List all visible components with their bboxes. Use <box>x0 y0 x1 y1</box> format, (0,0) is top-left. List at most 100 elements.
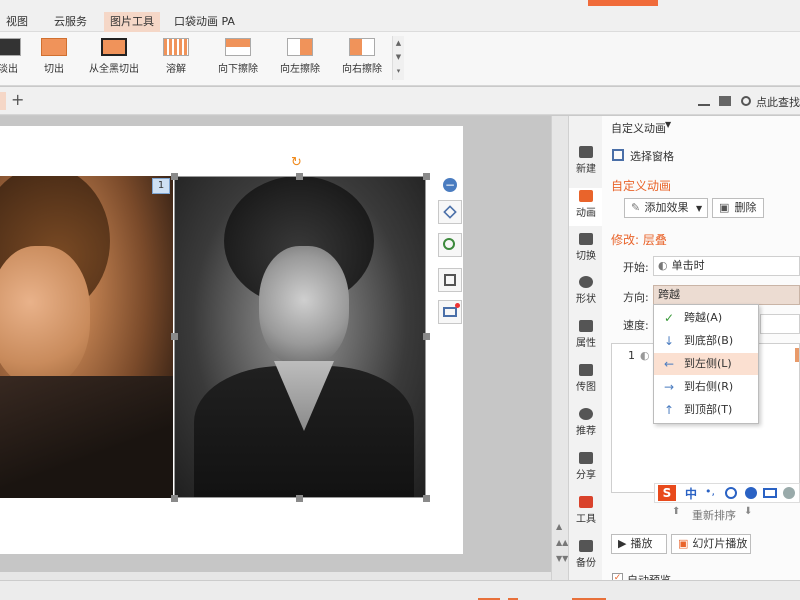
menu-item-to-left[interactable]: ← 到左侧(L) <box>654 353 758 375</box>
picture-frame-icon[interactable] <box>438 300 462 324</box>
arrow-down-icon: ↓ <box>664 334 675 348</box>
horizontal-scrollbar[interactable] <box>0 572 551 580</box>
new-tab-icon[interactable]: + <box>11 90 24 109</box>
menu-item-to-right[interactable]: → 到右侧(R) <box>654 376 758 398</box>
start-label: 开始: <box>623 261 649 274</box>
ribbon-scroller[interactable]: ▲ ▼ ▾ <box>392 36 404 80</box>
menu-item-across[interactable]: ✓ 跨越(A) <box>654 307 758 329</box>
document-tab[interactable] <box>0 92 6 110</box>
side-tab-shapes[interactable]: 形状 <box>569 276 603 305</box>
menu-cloud[interactable]: 云服务 <box>48 12 93 32</box>
side-tab-transition[interactable]: 切换 <box>569 233 603 262</box>
side-tab-backup[interactable]: 备份 <box>569 540 603 569</box>
fade-out-icon <box>0 38 21 56</box>
emoji-icon[interactable] <box>725 487 737 499</box>
ribbon-wipe-right[interactable]: 向右擦除 <box>336 36 388 82</box>
menu-picture-tools[interactable]: 图片工具 <box>104 12 160 32</box>
side-tab-upload[interactable]: 传图 <box>569 364 603 393</box>
menu-item-to-bottom[interactable]: ↓ 到底部(B) <box>654 330 758 352</box>
ribbon-fade-out[interactable]: 淡出 <box>0 36 28 82</box>
sogou-logo-icon: S <box>658 485 676 501</box>
slideshow-icon: ▣ <box>678 537 689 550</box>
punctuation-icon[interactable]: •, <box>705 485 715 498</box>
menu-item-to-top[interactable]: ↑ 到顶部(T) <box>654 399 758 421</box>
side-tab-recommend[interactable]: 推荐 <box>569 408 603 437</box>
task-pane-tabs: 新建 动画 切换 形状 属性 传图 推荐 分享 工具 备份 <box>568 116 603 586</box>
resize-handle[interactable] <box>171 495 178 502</box>
crop-icon[interactable] <box>438 268 462 292</box>
scroll-up-icon[interactable]: ▲ <box>556 522 562 531</box>
ime-mode[interactable]: 中 <box>685 485 697 502</box>
side-tab-share[interactable]: 分享 <box>569 452 603 481</box>
wipe-right-icon <box>349 38 375 56</box>
play-button[interactable]: ▶ 播放 <box>611 534 667 554</box>
new-icon <box>579 146 593 158</box>
search-area[interactable]: 点此查找 <box>697 94 800 110</box>
ribbon-cut-out[interactable]: 切出 <box>34 36 74 82</box>
next-page-icon[interactable]: ▼▼ <box>556 554 568 563</box>
section-title: 自定义动画 <box>611 179 672 193</box>
transition-icon <box>579 233 593 245</box>
add-effect-button[interactable]: ✎ 添加效果 ▼ <box>624 198 708 218</box>
reorder-down-icon[interactable]: ⬇ <box>744 506 752 517</box>
side-tab-new[interactable]: 新建 <box>569 146 603 175</box>
direction-select[interactable]: 跨越 <box>653 285 800 305</box>
speed-select[interactable] <box>760 314 800 334</box>
keyboard-icon[interactable] <box>763 488 777 498</box>
ribbon-cut-from-black[interactable]: 从全黑切出 <box>84 36 144 82</box>
ribbon-dissolve[interactable]: 溶解 <box>156 36 196 82</box>
delete-button[interactable]: ▣ 删除 <box>712 198 764 218</box>
pencil-icon: ✎ <box>631 201 641 214</box>
resize-handle[interactable] <box>423 333 430 340</box>
chevron-down-icon: ▼ <box>696 204 703 213</box>
select-pane-link[interactable]: 选择窗格 <box>630 148 674 164</box>
ribbon-expand-icon[interactable]: ▾ <box>393 64 404 78</box>
pane-title-dropdown-icon[interactable]: ▼ <box>665 120 671 129</box>
check-icon: ✓ <box>664 311 675 325</box>
properties-icon <box>579 320 593 332</box>
prev-page-icon[interactable]: ▲▲ <box>556 538 568 547</box>
layers-icon[interactable] <box>438 200 462 224</box>
resize-handle[interactable] <box>296 173 303 180</box>
ribbon-scroll-up-icon[interactable]: ▲ <box>393 36 404 50</box>
mouse-icon: ◐ <box>658 259 668 272</box>
collapse-icon[interactable]: − <box>443 178 457 192</box>
slideshow-button[interactable]: ▣ 幻灯片播放 <box>671 534 751 554</box>
resize-handle[interactable] <box>423 495 430 502</box>
play-icon: ▶ <box>618 537 627 550</box>
animation-icon <box>579 190 593 202</box>
side-tab-properties[interactable]: 属性 <box>569 320 603 349</box>
menu-pocket-animation[interactable]: 口袋动画 PA <box>168 12 241 32</box>
menu-view[interactable]: 视图 <box>0 12 34 32</box>
start-select[interactable]: ◐ 单击时 <box>653 256 800 276</box>
resize-handle[interactable] <box>423 173 430 180</box>
user-icon[interactable] <box>783 487 795 499</box>
speed-label: 速度: <box>623 319 649 332</box>
ime-toolbar[interactable]: S 中 •, <box>654 483 800 503</box>
search-icon[interactable] <box>740 96 751 106</box>
voice-icon[interactable] <box>745 487 757 499</box>
upload-picture-icon <box>579 364 593 376</box>
resize-handle[interactable] <box>296 495 303 502</box>
ribbon-wipe-left[interactable]: 向左擦除 <box>274 36 326 82</box>
rotate-handle-icon[interactable]: ↻ <box>291 155 302 170</box>
resize-handle[interactable] <box>171 173 178 180</box>
reorder-label: 重新排序 <box>692 509 736 522</box>
zoom-in-icon[interactable] <box>438 233 462 257</box>
ribbon-scroll-down-icon[interactable]: ▼ <box>393 50 404 64</box>
menu-bar: 视图 云服务 图片工具 口袋动画 PA <box>0 0 800 32</box>
comment-icon[interactable] <box>719 96 731 106</box>
cut-out-icon <box>41 38 67 56</box>
reorder-up-icon[interactable]: ⬆ <box>672 506 680 517</box>
document-tab-row: + 点此查找 <box>0 87 800 115</box>
share-icon <box>579 452 593 464</box>
vertical-scrollbar[interactable]: ▲ ▲▲ ▼▼ <box>551 116 568 580</box>
animation-order-badge: 1 <box>152 178 170 194</box>
ribbon-wipe-down[interactable]: 向下擦除 <box>212 36 264 82</box>
side-tab-tools[interactable]: 工具 <box>569 496 603 525</box>
tools-icon[interactable] <box>697 96 710 106</box>
pane-title[interactable]: 自定义动画 <box>611 120 666 136</box>
resize-handle[interactable] <box>171 333 178 340</box>
photo-woman[interactable] <box>0 176 173 498</box>
side-tab-animation[interactable]: 动画 <box>569 188 603 226</box>
